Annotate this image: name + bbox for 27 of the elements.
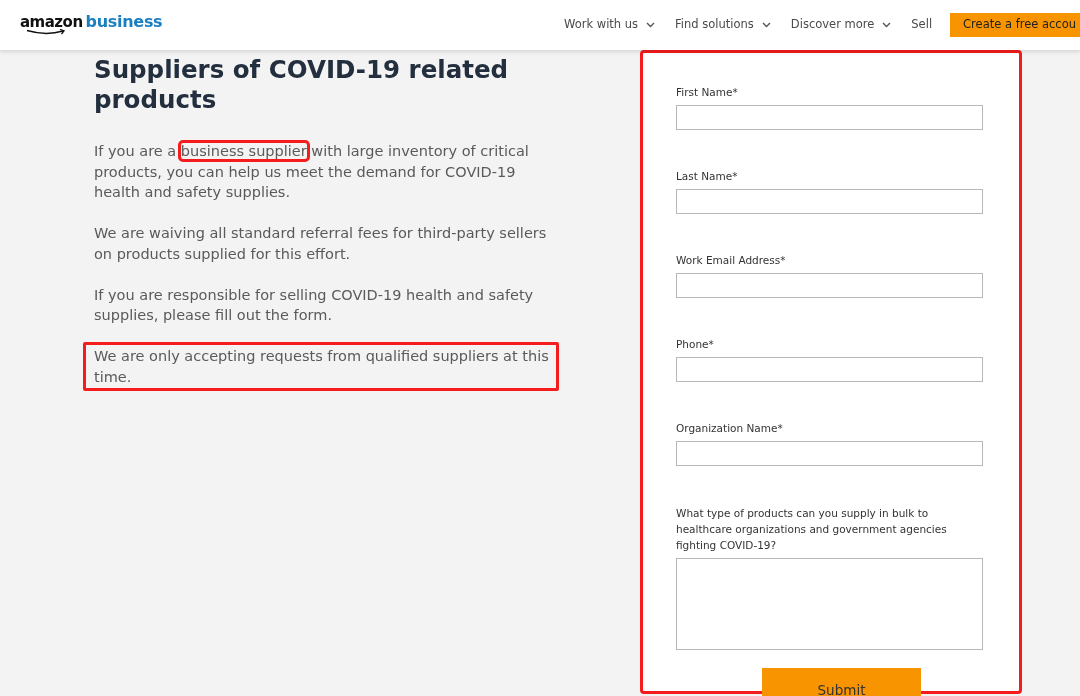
field-label: Work Email Address* <box>676 253 787 267</box>
intro-paragraph: If you are responsible for selling COVID-19 health and safety supplies, please fill out the form. <box>93 285 535 326</box>
nav-link[interactable]: Work with us <box>563 16 656 34</box>
create-account-button[interactable]: Create a free accou <box>950 13 1080 37</box>
chevron-down-icon <box>761 22 771 28</box>
text-area[interactable] <box>676 558 983 650</box>
field-label: Phone* <box>676 337 715 351</box>
text-field[interactable] <box>676 105 983 130</box>
nav-link[interactable]: Find solutions <box>675 16 771 34</box>
nav-link[interactable]: Discover more <box>790 16 892 34</box>
field-label: Last Name* <box>676 169 739 183</box>
submit-button[interactable]: Submit <box>762 668 921 696</box>
text-field[interactable] <box>676 273 983 298</box>
text-field[interactable] <box>676 357 983 382</box>
intro-paragraph: If you are a business supplier with large inventory of critical products, you can help us meet the demand for COVID-19 health and safety supplies. <box>83 137 559 208</box>
field-label: Organization Name* <box>676 421 784 435</box>
chevron-down-icon <box>882 22 892 28</box>
field-label: What type of products can you supply in bulk to healthcare organizations and government agencies fighting COVID-19? <box>676 506 948 553</box>
field-label: First Name* <box>676 85 739 99</box>
chevron-down-icon <box>646 22 656 28</box>
text-field[interactable] <box>676 441 983 466</box>
page-heading: Suppliers of COVID-19 related products <box>94 55 510 115</box>
amazon-business-logo[interactable]: amazon business <box>20 14 163 36</box>
intro-paragraph: We are only accepting requests from qualified suppliers at this time. <box>83 341 559 392</box>
nav-link[interactable]: Sell <box>911 16 933 34</box>
text-field[interactable] <box>676 189 983 214</box>
intro-paragraph: We are waiving all standard referral fees for third-party sellers on products supplied for this effort. <box>93 224 548 264</box>
